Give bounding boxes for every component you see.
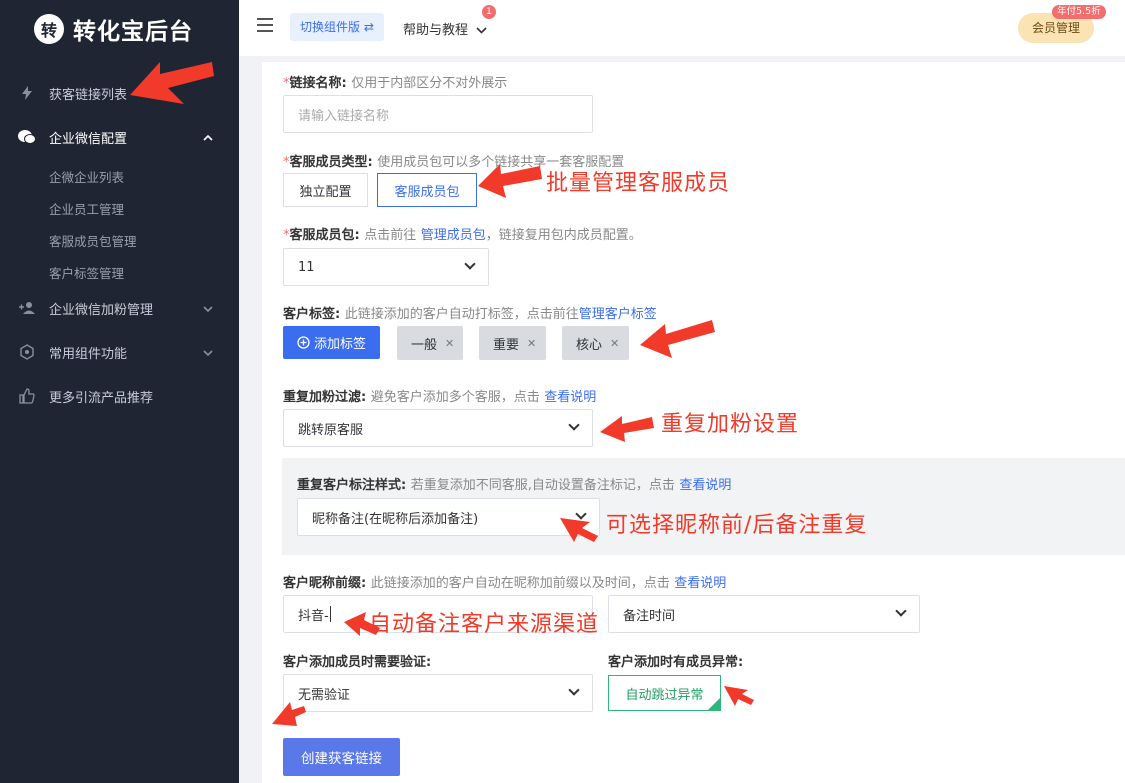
member-pkg-select[interactable]: 11 <box>283 248 489 286</box>
sidebar-subitem-staff[interactable]: 企业员工管理 <box>49 199 124 218</box>
chevron-down-icon <box>895 605 907 617</box>
brand-name: 转化宝后台 <box>73 19 193 45</box>
abnormal-label: 客户添加时有成员异常: <box>608 655 744 670</box>
sidebar-item-label: 企业微信加粉管理 <box>49 302 154 318</box>
add-tag-button[interactable]: 添加标签 <box>283 326 380 359</box>
annotation-text: 批量管理客服成员 <box>546 171 731 196</box>
nickname-help-link[interactable]: 查看说明 <box>674 576 726 591</box>
annotation-text: 重复加粉设置 <box>661 412 800 437</box>
chat-bubble-icon <box>18 128 36 146</box>
dup-mark-select[interactable]: 昵称备注(在昵称后添加备注) <box>297 498 600 536</box>
close-icon[interactable]: ✕ <box>445 337 454 350</box>
sidebar-item-label: 企业微信配置 <box>49 131 128 147</box>
verify-label: 客户添加成员时需要验证: <box>283 655 432 670</box>
independent-config-button[interactable]: 独立配置 <box>283 173 368 207</box>
chevron-up-icon <box>203 131 213 144</box>
brand-logo-icon: 转 <box>34 14 64 44</box>
link-name-input[interactable]: 请输入链接名称 <box>283 95 593 133</box>
dup-mark-help-link[interactable]: 查看说明 <box>679 478 731 493</box>
tag-chip[interactable]: 核心 ✕ <box>562 326 629 360</box>
dup-filter-help-link[interactable]: 查看说明 <box>544 390 596 405</box>
chevron-down-icon <box>203 302 213 315</box>
sidebar: 转 转化宝后台 获客链接列表 企业微信配置 企微企业列表 企业员工管理 客服成员… <box>0 0 239 783</box>
sidebar-item-label: 常用组件功能 <box>49 346 128 362</box>
brand[interactable]: 转 转化宝后台 <box>34 12 193 46</box>
tag-chip[interactable]: 重要 ✕ <box>479 326 546 360</box>
help-menu[interactable]: 帮助与教程 <box>403 19 487 38</box>
sidebar-subitem-tags[interactable]: 客户标签管理 <box>49 263 124 282</box>
hexagon-icon <box>18 343 36 361</box>
thumbs-up-icon <box>18 387 36 405</box>
link-name-label: *链接名称: 仅用于内部区分不对外展示 <box>283 76 508 91</box>
chevron-down-icon <box>464 258 476 270</box>
nickname-prefix-label: 客户昵称前缀: 此链接添加的客户自动在昵称加前缀以及时间，点击 查看说明 <box>283 576 727 591</box>
annotation-text: 自动备注客户来源渠道 <box>369 612 600 637</box>
close-icon[interactable]: ✕ <box>610 337 619 350</box>
hamburger-menu-icon[interactable] <box>257 18 273 32</box>
tag-chip[interactable]: 一般 ✕ <box>397 326 463 360</box>
sidebar-item-wecom-config[interactable]: 企业微信配置 <box>0 122 239 152</box>
plus-circle-icon <box>297 336 310 349</box>
chevron-down-icon <box>575 508 587 520</box>
manage-pkg-link[interactable]: 管理成员包 <box>421 228 486 243</box>
users-icon <box>18 299 36 317</box>
sidebar-item-label: 获客链接列表 <box>49 87 128 103</box>
sidebar-item-components[interactable]: 常用组件功能 <box>0 337 239 367</box>
sidebar-item-recommend[interactable]: 更多引流产品推荐 <box>0 381 239 411</box>
help-badge: 1 <box>482 5 496 19</box>
member-package-button[interactable]: 客服成员包 <box>377 173 477 207</box>
sidebar-item-fans-mgmt[interactable]: 企业微信加粉管理 <box>0 293 239 323</box>
chevron-down-icon <box>568 419 580 431</box>
nickname-time-select[interactable]: 备注时间 <box>608 595 920 633</box>
chevron-down-icon <box>203 346 213 359</box>
chevron-down-icon <box>476 27 487 34</box>
manage-tags-link[interactable]: 管理客户标签 <box>579 307 657 322</box>
help-label: 帮助与教程 <box>403 23 469 38</box>
annotation-text: 可选择昵称前/后备注重复 <box>606 513 868 538</box>
sidebar-subitem-member-pkg[interactable]: 客服成员包管理 <box>49 231 137 250</box>
sidebar-subitem-corp-list[interactable]: 企微企业列表 <box>49 167 124 186</box>
dup-filter-label: 重复加粉过滤: 避免客户添加多个客服，点击 查看说明 <box>283 390 597 405</box>
member-pkg-label: *客服成员包: 点击前往 管理成员包，链接复用包内成员配置。 <box>283 228 642 243</box>
lightning-icon <box>18 84 36 102</box>
skip-abnormal-button[interactable]: 自动跳过异常 <box>608 675 721 711</box>
dup-filter-select[interactable]: 跳转原客服 <box>283 409 593 447</box>
close-icon[interactable]: ✕ <box>527 337 536 350</box>
check-corner-icon <box>708 698 720 710</box>
top-header: 切换组件版 ⇄ 帮助与教程 1 会员管理 年付5.5折 <box>239 0 1125 56</box>
switch-version-button[interactable]: 切换组件版 ⇄ <box>290 13 384 41</box>
discount-badge: 年付5.5折 <box>1052 5 1106 19</box>
sidebar-item-link-list[interactable]: 获客链接列表 <box>0 78 239 108</box>
tags-label: 客户标签: 此链接添加的客户自动打标签，点击前往管理客户标签 <box>283 307 657 322</box>
verify-select[interactable]: 无需验证 <box>283 674 593 712</box>
chevron-down-icon <box>568 684 580 696</box>
dup-mark-label: 重复客户标注样式: 若重复添加不同客服,自动设置备注标记，点击 查看说明 <box>297 478 732 493</box>
create-link-button[interactable]: 创建获客链接 <box>283 738 400 776</box>
sidebar-item-label: 更多引流产品推荐 <box>49 390 154 406</box>
